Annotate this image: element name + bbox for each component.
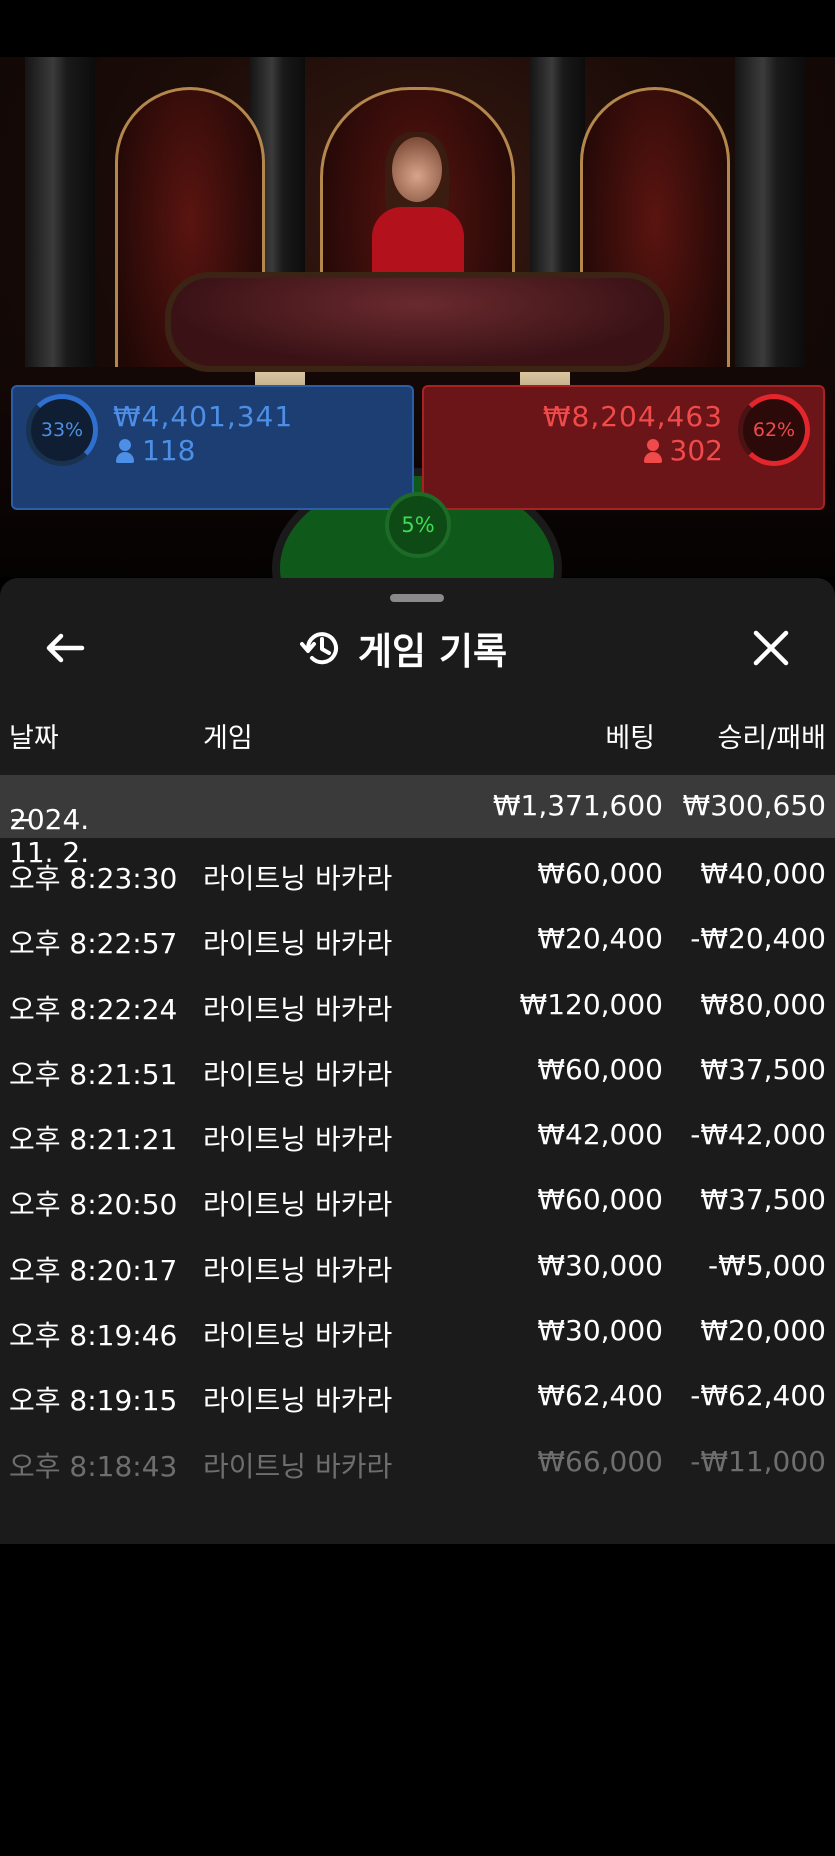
row-game: 라이트닝 바카라 xyxy=(203,927,393,961)
history-row[interactable]: 오후 8:21:51 라이트닝 바카라 ₩60,000 ₩37,500 xyxy=(0,1034,835,1099)
history-row[interactable]: 오후 8:19:46 라이트닝 바카라 ₩30,000 ₩20,000 xyxy=(0,1295,835,1360)
row-bet: ₩66,000 xyxy=(537,1444,663,1478)
history-icon xyxy=(300,632,338,665)
player-bet-amount: ₩4,401,341 xyxy=(113,400,294,433)
page-title: 게임 기록 xyxy=(358,630,508,673)
row-game: 라이트닝 바카라 xyxy=(203,992,393,1026)
row-time: 오후 8:21:51 xyxy=(9,1057,178,1091)
player-percent-ring: 33% xyxy=(26,394,98,466)
history-list: 오후 8:23:30 라이트닝 바카라 ₩60,000 ₩40,000 오후 8… xyxy=(0,838,835,1491)
row-win-loss: ₩37,500 xyxy=(700,1183,826,1217)
row-win-loss: ₩40,000 xyxy=(700,857,826,890)
history-row[interactable]: 오후 8:19:15 라이트닝 바카라 ₩62,400 -₩62,400 xyxy=(0,1360,835,1425)
row-bet: ₩30,000 xyxy=(537,1248,663,1282)
history-row[interactable]: 오후 8:22:24 라이트닝 바카라 ₩120,000 ₩80,000 xyxy=(0,969,835,1034)
row-game: 라이트닝 바카라 xyxy=(203,1123,393,1157)
row-time: 오후 8:22:24 xyxy=(9,992,178,1026)
user-icon xyxy=(116,438,134,463)
back-button[interactable] xyxy=(40,623,90,673)
row-bet: ₩62,400 xyxy=(537,1379,663,1413)
row-win-loss: ₩80,000 xyxy=(700,987,826,1021)
baccarat-table xyxy=(165,272,670,372)
row-bet: ₩120,000 xyxy=(519,987,663,1021)
player-percent: 33% xyxy=(40,419,84,441)
row-time: 오후 8:18:43 xyxy=(9,1449,178,1483)
banker-bettor-count: 302 xyxy=(643,434,723,467)
banker-percent: 62% xyxy=(752,419,796,441)
banker-percent-ring: 62% xyxy=(738,394,810,466)
row-win-loss: -₩11,000 xyxy=(690,1444,826,1478)
row-win-loss: -₩5,000 xyxy=(708,1248,826,1282)
row-bet: ₩60,000 xyxy=(537,1183,663,1217)
date-group-row[interactable]: −2024. 11. 2. ₩1,371,600 ₩300,650 xyxy=(0,775,835,869)
close-button[interactable] xyxy=(746,623,796,673)
close-icon xyxy=(753,630,789,666)
row-win-loss: ₩20,000 xyxy=(700,1314,826,1348)
column-headers: 날짜 게임 베팅 승리/패배 xyxy=(0,716,835,766)
row-game: 라이트닝 바카라 xyxy=(203,862,393,895)
row-bet: ₩20,400 xyxy=(537,922,663,956)
row-win-loss: -₩20,400 xyxy=(690,922,826,956)
row-win-loss: ₩37,500 xyxy=(700,1052,826,1086)
player-bettor-count-value: 118 xyxy=(142,434,196,467)
row-game: 라이트닝 바카라 xyxy=(203,1449,393,1483)
banker-bettor-count-value: 302 xyxy=(669,434,723,467)
column-game: 게임 xyxy=(203,723,253,754)
history-row[interactable]: 오후 8:22:57 라이트닝 바카라 ₩20,400 -₩20,400 xyxy=(0,903,835,968)
date-group-bet-total: ₩1,371,600 xyxy=(492,789,663,822)
row-game: 라이트닝 바카라 xyxy=(203,1384,393,1418)
row-game: 라이트닝 바카라 xyxy=(203,1057,393,1091)
column-bet: 베팅 xyxy=(605,723,655,754)
row-time: 오후 8:20:50 xyxy=(9,1188,178,1222)
column-win-loss: 승리/패배 xyxy=(717,723,826,754)
top-bar xyxy=(0,0,835,57)
row-bet: ₩60,000 xyxy=(537,1052,663,1086)
row-win-loss: -₩62,400 xyxy=(690,1379,826,1413)
row-time: 오후 8:19:46 xyxy=(9,1319,178,1353)
user-icon xyxy=(643,438,662,463)
history-row[interactable]: 오후 8:23:30 라이트닝 바카라 ₩60,000 ₩40,000 xyxy=(0,838,835,903)
row-bet: ₩60,000 xyxy=(537,857,663,890)
row-game: 라이트닝 바카라 xyxy=(203,1319,393,1353)
banker-bet-amount: ₩8,204,463 xyxy=(542,400,723,433)
row-win-loss: -₩42,000 xyxy=(690,1118,826,1152)
row-game: 라이트닝 바카라 xyxy=(203,1188,393,1222)
drag-handle[interactable] xyxy=(390,594,444,602)
column-date: 날짜 xyxy=(9,723,59,754)
sheet-header: 게임 기록 xyxy=(300,620,507,676)
row-time: 오후 8:20:17 xyxy=(9,1253,178,1287)
row-game: 라이트닝 바카라 xyxy=(203,1253,393,1287)
date-group-win-total: ₩300,650 xyxy=(682,789,826,822)
history-row[interactable]: 오후 8:21:21 라이트닝 바카라 ₩42,000 -₩42,000 xyxy=(0,1099,835,1164)
row-bet: ₩42,000 xyxy=(537,1118,663,1152)
player-bettor-count: 118 xyxy=(116,434,195,467)
row-time: 오후 8:21:21 xyxy=(9,1123,178,1157)
tie-percent: 5% xyxy=(401,513,435,537)
history-row[interactable]: 오후 8:20:17 라이트닝 바카라 ₩30,000 -₩5,000 xyxy=(0,1230,835,1295)
arrow-left-icon xyxy=(46,633,85,663)
dealer-head xyxy=(392,137,442,202)
row-time: 오후 8:19:15 xyxy=(9,1384,178,1418)
row-time: 오후 8:22:57 xyxy=(9,927,178,961)
history-row[interactable]: 오후 8:20:50 라이트닝 바카라 ₩60,000 ₩37,500 xyxy=(0,1164,835,1229)
row-bet: ₩30,000 xyxy=(537,1314,663,1348)
game-history-sheet: 게임 기록 날짜 게임 베팅 승리/패배 −2024. 11. 2. ₩1,37… xyxy=(0,578,835,1544)
history-row[interactable]: 오후 8:18:43 라이트닝 바카라 ₩66,000 -₩11,000 xyxy=(0,1426,835,1491)
tie-percent-ring: 5% xyxy=(385,492,451,558)
row-time: 오후 8:23:30 xyxy=(9,862,178,895)
